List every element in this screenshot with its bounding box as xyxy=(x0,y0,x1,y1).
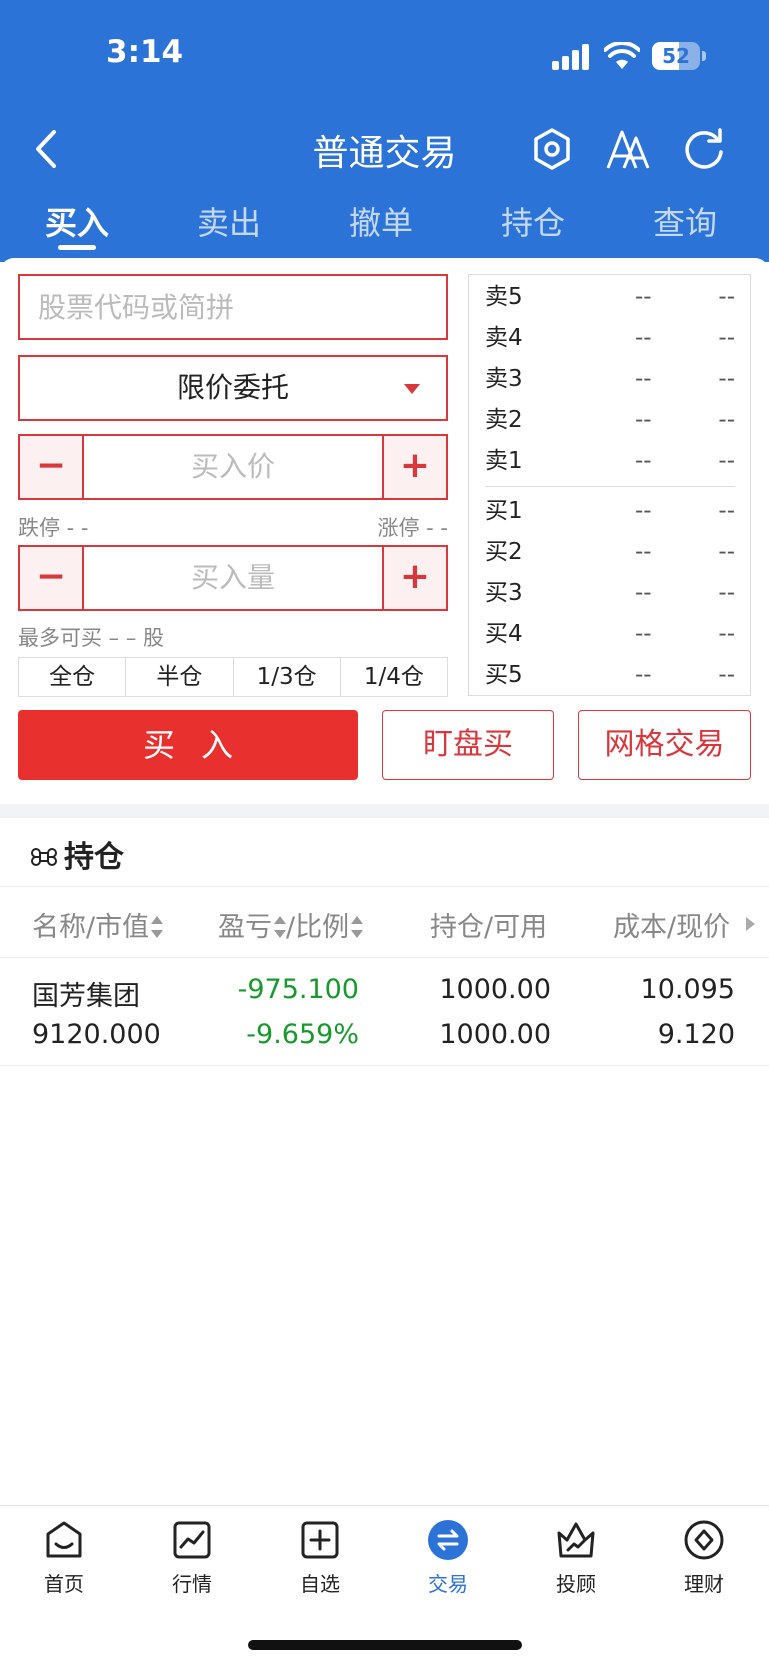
book-divider xyxy=(485,486,735,487)
tab-query[interactable]: 查询 xyxy=(630,198,740,244)
book-row: 买4 -- -- xyxy=(485,621,735,647)
settings-hexagon-icon[interactable] xyxy=(528,124,576,174)
nav-trade[interactable]: 交易 xyxy=(398,1518,498,1597)
price-plus-button[interactable]: + xyxy=(382,436,446,498)
battery-icon: 52 xyxy=(652,42,700,70)
sort-icon xyxy=(274,916,286,938)
book-row: 卖1 -- -- xyxy=(485,448,735,474)
add-square-icon xyxy=(301,1521,339,1559)
price-limits: 跌停 - - 涨停 - - xyxy=(18,512,448,542)
book-row: 买5 -- -- xyxy=(485,662,735,688)
col-cost-price: 成本/现价 xyxy=(613,912,731,943)
crown-icon xyxy=(557,1522,595,1558)
position-ratio-selector: 全仓 半仓 1/3仓 1/4仓 xyxy=(18,657,448,697)
ratio-full-button[interactable]: 全仓 xyxy=(19,658,127,696)
tab-cancel[interactable]: 撤单 xyxy=(326,198,436,244)
quantity-plus-button[interactable]: + xyxy=(382,547,446,609)
scroll-right-icon[interactable] xyxy=(746,917,755,931)
font-size-icon[interactable] xyxy=(604,124,652,174)
ratio-third-button[interactable]: 1/3仓 xyxy=(234,658,341,696)
book-row: 卖3 -- -- xyxy=(485,366,735,392)
signal-icon xyxy=(552,44,592,70)
order-type-select[interactable]: 限价委托 xyxy=(18,355,448,421)
tab-buy[interactable]: 买入 xyxy=(22,198,132,244)
book-row: 卖4 -- -- xyxy=(485,325,735,351)
col-name-value[interactable]: 名称/市值 xyxy=(32,905,164,944)
nav-label: 理财 xyxy=(684,1572,724,1596)
nav-label: 自选 xyxy=(300,1572,340,1596)
active-tab-indicator xyxy=(58,245,96,250)
order-book: 卖5 -- -- 卖4 -- -- 卖3 -- -- 卖2 -- -- 卖1 -- -- 买1 -- -… xyxy=(468,274,751,696)
col-holding: 持仓/可用 xyxy=(430,912,548,943)
quantity-stepper: − 买入量 + xyxy=(18,545,448,611)
price-stepper: − 买入价 + xyxy=(18,434,448,500)
wifi-icon xyxy=(604,42,640,69)
available-qty: 1000.00 xyxy=(439,1019,551,1050)
nav-label: 行情 xyxy=(172,1572,212,1596)
nav-label: 投顾 xyxy=(556,1572,596,1596)
header: 3:14 52 普通交易 买入 卖出 撤单 持仓 查询 xyxy=(0,0,769,262)
stock-name: 国芳集团 xyxy=(32,981,140,1012)
divider xyxy=(0,957,769,958)
divider xyxy=(0,886,769,887)
buy-button[interactable]: 买入 xyxy=(18,710,358,780)
max-buy-text: 最多可买 – – 股 xyxy=(18,626,165,650)
chart-icon xyxy=(173,1521,211,1559)
book-row: 买2 -- -- xyxy=(485,539,735,565)
book-row: 卖2 -- -- xyxy=(485,407,735,433)
status-time: 3:14 xyxy=(106,34,184,70)
home-icon xyxy=(46,1521,82,1558)
tab-sell[interactable]: 卖出 xyxy=(174,198,284,244)
battery-level: 52 xyxy=(662,44,690,68)
quantity-minus-button[interactable]: − xyxy=(20,547,84,609)
nav-watchlist[interactable]: 自选 xyxy=(270,1518,370,1597)
refresh-icon[interactable] xyxy=(680,124,728,174)
section-gap xyxy=(0,804,769,818)
sort-icon xyxy=(151,916,164,938)
tab-holdings[interactable]: 持仓 xyxy=(478,198,588,244)
current-price: 9.120 xyxy=(657,1019,735,1050)
ratio-quarter-button[interactable]: 1/4仓 xyxy=(341,658,447,696)
order-type-value: 限价委托 xyxy=(176,371,289,404)
battery-tip xyxy=(702,51,706,61)
divider xyxy=(0,1065,769,1066)
positions-title: 持仓 xyxy=(30,832,124,876)
market-value: 9120.000 xyxy=(32,1019,161,1050)
status-bar: 3:14 52 xyxy=(0,0,769,110)
home-indicator xyxy=(248,1640,522,1650)
dropdown-caret-icon xyxy=(404,384,420,394)
command-icon xyxy=(31,848,57,866)
ratio-half-button[interactable]: 半仓 xyxy=(126,658,234,696)
nav-wealth[interactable]: 理财 xyxy=(654,1518,754,1597)
price-minus-button[interactable]: − xyxy=(20,436,84,498)
nav-market[interactable]: 行情 xyxy=(142,1518,242,1597)
nav-advisor[interactable]: 投顾 xyxy=(526,1518,626,1597)
trade-tabs: 买入 卖出 撤单 持仓 查询 xyxy=(0,198,769,258)
col-pl-ratio[interactable]: 盈亏/比例 xyxy=(218,905,364,944)
profit-loss: -975.100 xyxy=(237,974,359,1005)
stock-search-input[interactable] xyxy=(18,274,448,340)
limit-down-text: 跌停 - - xyxy=(18,516,89,540)
price-input[interactable]: 买入价 xyxy=(84,436,382,498)
book-row: 买1 -- -- xyxy=(485,498,735,524)
limit-up-text: 涨停 - - xyxy=(377,516,448,540)
cost-price: 10.095 xyxy=(640,974,735,1005)
quantity-input[interactable]: 买入量 xyxy=(84,547,382,609)
nav-label: 首页 xyxy=(44,1572,84,1596)
watch-buy-button[interactable]: 盯盘买 xyxy=(382,710,554,780)
page-title: 普通交易 xyxy=(312,133,457,174)
sort-icon xyxy=(351,916,364,938)
holding-qty: 1000.00 xyxy=(439,974,551,1005)
nav-label: 交易 xyxy=(428,1572,468,1596)
nav-home[interactable]: 首页 xyxy=(14,1518,114,1597)
grid-trade-button[interactable]: 网格交易 xyxy=(578,710,751,780)
positions-title-text: 持仓 xyxy=(64,840,124,875)
exchange-icon xyxy=(428,1520,468,1560)
diamond-circle-icon xyxy=(684,1520,724,1560)
book-row: 卖5 -- -- xyxy=(485,284,735,310)
book-row: 买3 -- -- xyxy=(485,580,735,606)
profit-loss-ratio: -9.659% xyxy=(246,1019,359,1050)
